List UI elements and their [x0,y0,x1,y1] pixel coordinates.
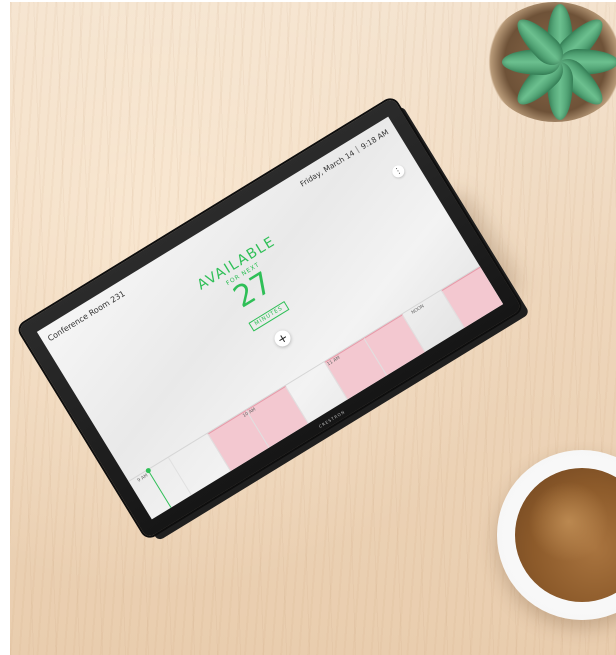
add-booking-button[interactable]: + [271,327,294,350]
desk-surface: CRESTRON Conference Room 231 Friday, Mar… [10,2,616,655]
room-scheduling-tablet: CRESTRON Conference Room 231 Friday, Mar… [17,97,523,539]
coffee-cup [497,450,616,620]
coffee [515,468,616,602]
potted-plant [475,2,616,142]
time-label: 9:18 AM [359,127,391,152]
date-time-divider [354,145,361,154]
